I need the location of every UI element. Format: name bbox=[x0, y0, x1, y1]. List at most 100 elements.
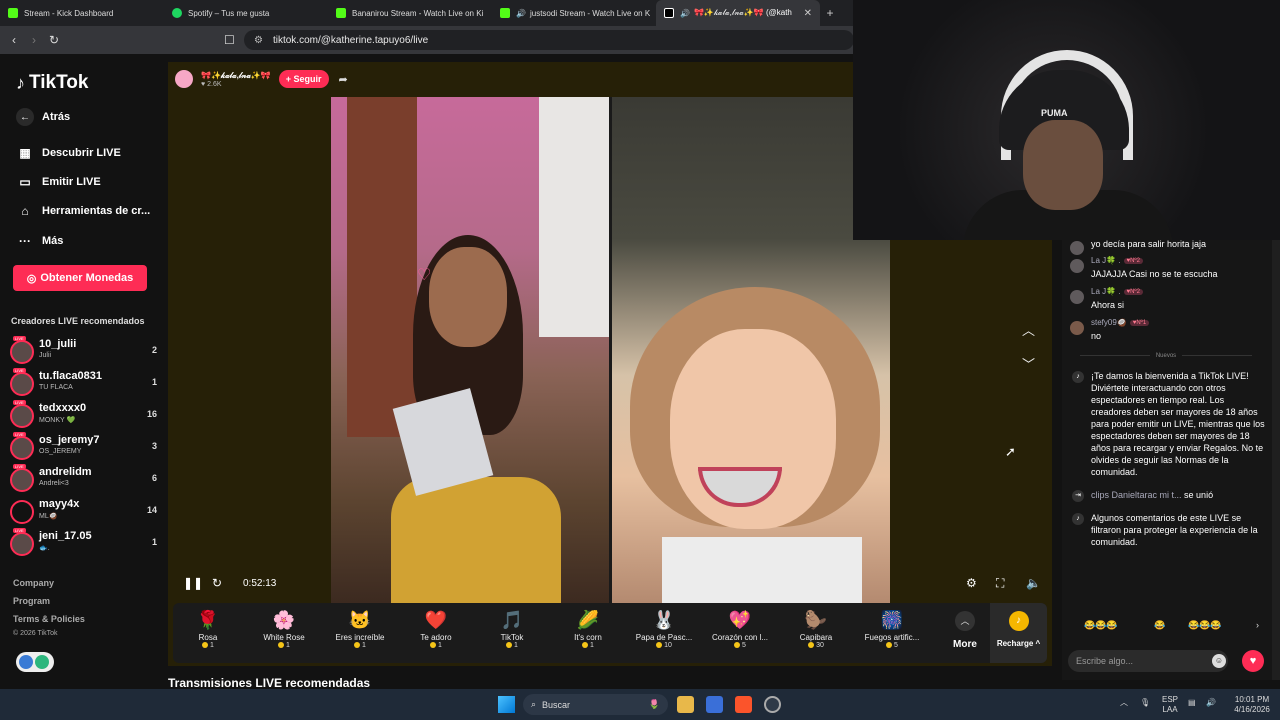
sidebar-item-more[interactable]: ··· Más bbox=[16, 234, 63, 248]
volume-icon[interactable]: 🔊 bbox=[1206, 698, 1216, 708]
chat-scrollbar[interactable] bbox=[1272, 240, 1280, 680]
brave-browser-icon[interactable] bbox=[735, 696, 752, 713]
chat-username[interactable]: stefy09🥥 ♥Nº1 bbox=[1091, 318, 1150, 327]
gift-item[interactable]: 🌹 Rosa 1 bbox=[173, 607, 243, 649]
streamer-avatar[interactable] bbox=[175, 70, 193, 88]
settings-icon[interactable]: ⚙ bbox=[966, 576, 977, 590]
forward-arrow-icon[interactable]: › bbox=[24, 33, 44, 47]
fullscreen-icon[interactable]: ⛶ bbox=[996, 576, 1004, 591]
chevron-down-icon[interactable]: ﹀ bbox=[1022, 354, 1035, 373]
sidebar-item-creator-tools[interactable]: ⌂ Herramientas de cr... bbox=[16, 204, 150, 218]
quick-reaction[interactable]: 😂 bbox=[1154, 620, 1165, 631]
join-message: ⇥ clips Danieltarac mi t... se unió bbox=[1070, 489, 1266, 503]
welcome-text: ¡Te damos la bienvenida a TikTok LIVE! D… bbox=[1091, 371, 1265, 477]
fan-badge: ♥Nº1 bbox=[1129, 319, 1150, 326]
language-indicator[interactable]: ESP LAA bbox=[1162, 695, 1178, 715]
joined-username[interactable]: clips Danieltarac mi t... bbox=[1091, 490, 1182, 500]
creator-name: jeni_17.05 bbox=[39, 530, 92, 542]
gift-name: Te adoro bbox=[420, 633, 452, 642]
gift-price: 1 bbox=[249, 642, 319, 649]
recharge-button[interactable]: ♪ Recharge ^ bbox=[990, 603, 1047, 663]
creator-item[interactable]: LIVE os_jeremy7 OS_JEREMY 3 bbox=[10, 432, 160, 462]
share-icon[interactable]: ➦ bbox=[339, 73, 348, 86]
gift-item[interactable]: 🎵 TikTok 1 bbox=[477, 607, 547, 649]
sidebar-item-label: Descubrir LIVE bbox=[42, 147, 121, 159]
taskbar-search[interactable]: ⌕ Buscar 🌷 bbox=[523, 694, 668, 715]
chat-placeholder: Escribe algo... bbox=[1076, 656, 1134, 666]
chevron-up-icon[interactable]: ︿ bbox=[1120, 698, 1128, 708]
microphone-icon[interactable]: 🎙 bbox=[1140, 698, 1150, 708]
gift-item[interactable]: ❤️ Te adoro 1 bbox=[401, 607, 471, 649]
site-info-icon[interactable]: ⚙ bbox=[254, 35, 263, 46]
back-link[interactable]: ← Atrás bbox=[16, 108, 70, 126]
viewer-count: 3 bbox=[151, 441, 157, 451]
tab-kick-dashboard[interactable]: Stream - Kick Dashboard bbox=[0, 0, 164, 26]
clock[interactable]: 10:01 PM 4/16/2026 bbox=[1228, 695, 1276, 715]
webcam-overlay: PUMA bbox=[853, 0, 1280, 240]
extension-widget[interactable] bbox=[16, 652, 54, 672]
follow-button[interactable]: + Seguir bbox=[278, 70, 329, 88]
file-explorer-icon[interactable] bbox=[677, 696, 694, 713]
like-heart-icon[interactable]: ♥ bbox=[1242, 650, 1264, 672]
back-arrow-icon[interactable]: ‹ bbox=[4, 33, 24, 47]
chat-input[interactable]: Escribe algo... bbox=[1068, 650, 1228, 672]
windows-start-icon[interactable] bbox=[498, 696, 515, 713]
footer-link-program[interactable]: Program bbox=[13, 596, 50, 606]
quick-reaction[interactable]: 😂😂😂 bbox=[1084, 620, 1118, 631]
tab-bananirou[interactable]: Bananirou Stream - Watch Live on Ki bbox=[328, 0, 492, 26]
tab-justsodi[interactable]: 🔊 justsodi Stream - Watch Live on K bbox=[492, 0, 656, 26]
refresh-icon[interactable]: ↻ bbox=[212, 576, 222, 590]
creator-item[interactable]: LIVE tedxxxx0 MONKY 💚 16 bbox=[10, 400, 160, 430]
address-bar[interactable]: ⚙ tiktok.com/@katherine.tapuyo6/live bbox=[244, 30, 854, 50]
reload-icon[interactable]: ↻ bbox=[44, 33, 64, 47]
more-gifts-button[interactable]: ︿ More bbox=[945, 611, 985, 650]
tab-spotify[interactable]: Spotify – Tus me gusta bbox=[164, 0, 328, 26]
gift-item[interactable]: 🐱 Eres increíble 1 bbox=[325, 607, 395, 649]
kick-icon bbox=[8, 8, 18, 18]
chevron-up-icon[interactable]: ︿ bbox=[1022, 320, 1035, 339]
tiktok-logo[interactable]: ♪ TikTok bbox=[16, 72, 88, 94]
creator-item[interactable]: LIVE andrelidm Andreli<3 6 bbox=[10, 464, 160, 494]
tab-tiktok-live[interactable]: 🔊 🎀✨𝓀𝒶𝓁𝒶,𝓁𝓃𝒶✨🎀 (@kath ✕ bbox=[656, 0, 820, 26]
get-coins-button[interactable]: ◎ Obtener Monedas bbox=[13, 265, 147, 291]
copyright: © 2026 TikTok bbox=[13, 630, 58, 637]
network-icon[interactable]: ▤ bbox=[1188, 698, 1196, 708]
quick-reaction[interactable]: 😂😂😂 bbox=[1188, 620, 1222, 631]
chat-username[interactable]: La J🍀 . ♥Nº2 bbox=[1091, 256, 1143, 265]
chat-username[interactable]: La J🍀 . ♥Nº2 bbox=[1091, 287, 1143, 296]
search-label: Buscar bbox=[542, 699, 571, 710]
creator-item[interactable]: LIVE tu.flaca0831 TU FLACA 1 bbox=[10, 368, 160, 398]
coin-icon bbox=[430, 642, 437, 649]
sidebar-item-discover-live[interactable]: ▦ Descubrir LIVE bbox=[16, 146, 121, 160]
volume-icon[interactable]: 🔈 bbox=[1026, 576, 1041, 590]
app-icon[interactable] bbox=[764, 696, 781, 713]
creator-item[interactable]: mayy4x ML🥥 14 bbox=[10, 498, 160, 526]
extension-icon bbox=[35, 655, 49, 669]
gift-item[interactable]: 💖 Corazón con l... 5 bbox=[705, 607, 775, 649]
close-tab-icon[interactable]: ✕ bbox=[804, 8, 812, 19]
sidebar-item-go-live[interactable]: ▭ Emitir LIVE bbox=[16, 175, 100, 189]
footer-link-company[interactable]: Company bbox=[13, 578, 54, 588]
gift-item[interactable]: 🌽 It's corn 1 bbox=[553, 607, 623, 649]
gift-item[interactable]: 🦫 Capibara 30 bbox=[781, 607, 851, 649]
creator-item[interactable]: LIVE jeni_17.05 🐟. 1 bbox=[10, 528, 160, 558]
new-tab-button[interactable]: + bbox=[820, 6, 840, 20]
chat-message-text: JAJAJJA Casi no se te escucha bbox=[1091, 269, 1218, 279]
footer-link-terms[interactable]: Terms & Policies bbox=[13, 614, 85, 624]
bookmark-icon[interactable]: ☐ bbox=[224, 33, 235, 47]
gift-item[interactable]: 🌸 White Rose 1 bbox=[249, 607, 319, 649]
gift-item[interactable]: 🎆 Fuegos artific... 5 bbox=[857, 607, 927, 649]
pause-icon[interactable]: ❚❚ bbox=[183, 576, 203, 590]
creator-item[interactable]: LIVE 10_julii Julii 2 bbox=[10, 336, 160, 366]
chat-message-text: Ahora si bbox=[1091, 300, 1125, 310]
new-messages-divider: Nuevos bbox=[1070, 353, 1262, 359]
avatar bbox=[1070, 290, 1084, 304]
streamer-name[interactable]: 🎀✨𝓀𝒶𝓁𝒶,𝓁𝓃𝒶✨🎀 bbox=[201, 71, 271, 81]
store-icon[interactable] bbox=[706, 696, 723, 713]
coin-icon bbox=[202, 642, 209, 649]
chevron-right-icon[interactable]: › bbox=[1256, 620, 1259, 630]
viewer-count: 6 bbox=[151, 473, 157, 483]
easter-bunny-icon: 🐰 bbox=[652, 610, 676, 630]
gift-item[interactable]: 🐰 Papa de Pasc... 10 bbox=[629, 607, 699, 649]
emoji-icon[interactable]: ☺ bbox=[1212, 654, 1226, 668]
